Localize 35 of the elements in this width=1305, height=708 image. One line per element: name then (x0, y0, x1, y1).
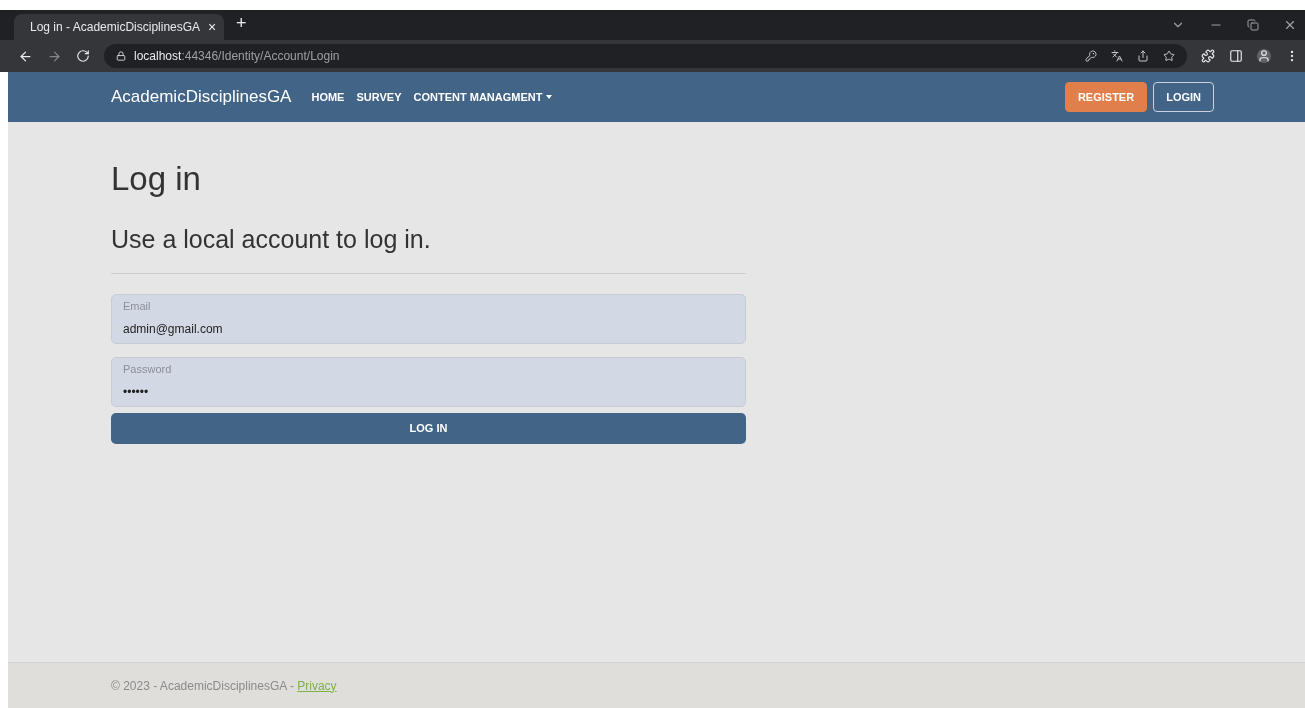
caret-icon (546, 95, 553, 99)
address-field[interactable]: localhost:44346/Identity/Account/Login (104, 44, 1187, 68)
profile-icon[interactable] (1257, 49, 1271, 63)
login-submit-button[interactable]: LOG IN (111, 412, 746, 444)
brand-link[interactable]: AcademicDisciplinesGA (111, 84, 292, 110)
lock-icon (116, 51, 126, 61)
field-label: Password (123, 361, 173, 377)
tab-title: Log in - AcademicDisciplinesGA (30, 19, 201, 36)
key-icon[interactable] (1085, 50, 1097, 62)
forward-icon[interactable] (47, 48, 62, 64)
new-tab-button[interactable]: + (236, 10, 247, 37)
nav-link[interactable]: SURVEY (350, 88, 408, 106)
url-text: localhost:44346/Identity/Account/Login (134, 48, 340, 65)
login-button[interactable]: LOGIN (1153, 82, 1214, 112)
reload-icon[interactable] (76, 49, 90, 63)
share-icon[interactable] (1137, 50, 1149, 62)
field-value: admin@gmail.com (123, 321, 224, 339)
nav-link[interactable]: CONTENT MANAGMENT (407, 88, 559, 106)
field-value: •••••• (123, 384, 150, 402)
page-subtitle: Use a local account to log in. (111, 224, 432, 256)
back-icon[interactable] (18, 48, 33, 64)
bookmark-icon[interactable] (1163, 50, 1175, 62)
restore-icon[interactable] (1247, 19, 1259, 31)
translate-icon[interactable] (1111, 50, 1123, 62)
page-title: Log in (111, 159, 202, 199)
browser-tab[interactable]: Log in - AcademicDisciplinesGA × (14, 14, 224, 40)
field-label: Email (123, 298, 152, 314)
input-field[interactable]: Password •••••• (111, 356, 746, 407)
nav-link[interactable]: HOME (305, 88, 351, 106)
input-field[interactable]: Email admin@gmail.com (111, 293, 746, 344)
side-panel-icon[interactable] (1229, 49, 1243, 63)
tab-close[interactable]: × (208, 16, 217, 38)
footer-text: © 2023 - AcademicDisciplinesGA - Privacy (111, 677, 337, 695)
extensions-icon[interactable] (1201, 49, 1215, 63)
close-icon[interactable] (1283, 18, 1297, 32)
